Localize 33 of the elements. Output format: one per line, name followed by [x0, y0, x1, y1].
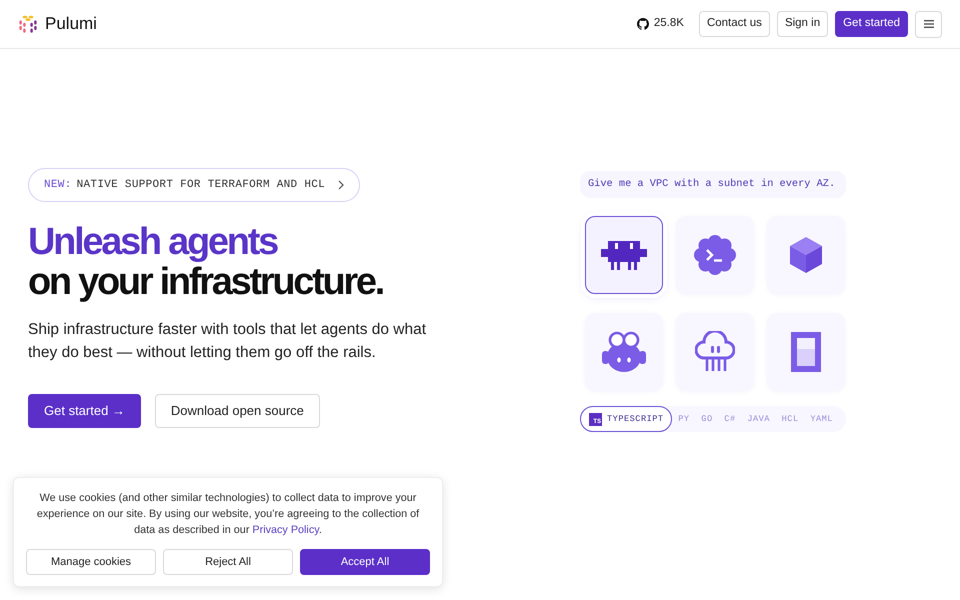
- agent-tile[interactable]: [767, 216, 845, 294]
- logo-icon: [18, 14, 38, 34]
- menu-icon: [924, 20, 934, 28]
- agent-tile[interactable]: [767, 313, 845, 391]
- sign-in-button[interactable]: Sign in: [776, 11, 828, 37]
- agent-tile[interactable]: [676, 216, 754, 294]
- privacy-policy-link[interactable]: Privacy Policy: [252, 524, 319, 536]
- prompt-bubble: Give me a VPC with a subnet in every AZ.: [580, 171, 846, 198]
- get-started-button[interactable]: Get started: [835, 11, 908, 37]
- chevron-right-icon: [338, 180, 344, 190]
- github-stars-link[interactable]: 25.8K: [636, 15, 684, 33]
- accept-button[interactable]: Accept All: [300, 549, 430, 575]
- cloud-creature-icon: [695, 331, 735, 373]
- home-link[interactable]: Pulumi: [18, 11, 97, 37]
- cookie-notice: We use cookies (and other similar technologies) to collect data to improve your experience on our site. By using our website, you’re agreeing to the collection of data as described in our Privacy Policy.: [36, 491, 420, 538]
- download-button[interactable]: Download open source: [154, 394, 320, 428]
- menu-button[interactable]: [915, 10, 942, 38]
- cube-icon: [790, 237, 822, 273]
- announcement-link[interactable]: NEW: NATIVE SUPPORT FOR TERRAFORM AND HCL: [28, 168, 360, 202]
- subtitle: Ship infrastructure faster with tools that let agents do what they do best — without letting them go off the rails.: [28, 320, 428, 363]
- reject-button[interactable]: Reject All: [163, 549, 293, 575]
- terminal-badge-icon: [694, 235, 736, 275]
- goggles-face-icon: [601, 331, 647, 373]
- pixel-creature-icon: [601, 240, 647, 270]
- manage-cookies-button[interactable]: Manage cookies: [26, 549, 156, 575]
- agent-tile[interactable]: [585, 313, 663, 391]
- github-icon: [636, 18, 649, 30]
- contact-button[interactable]: Contact us: [698, 11, 770, 37]
- get-started-button[interactable]: Get started →: [28, 394, 141, 428]
- agent-tile[interactable]: [676, 313, 754, 391]
- panel-icon: [791, 332, 821, 372]
- headline: on your infrastructure.: [28, 262, 384, 302]
- headline-accent: Unleash agents: [28, 222, 278, 262]
